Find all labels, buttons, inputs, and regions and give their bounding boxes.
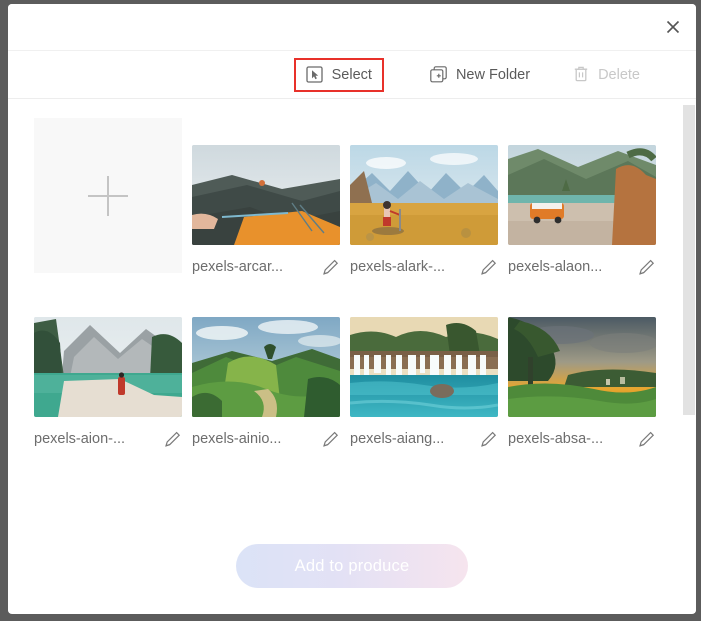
thumbnail-image[interactable] — [34, 317, 182, 417]
item-caption: pexels-alark-... — [350, 256, 498, 278]
pencil-icon[interactable] — [320, 429, 340, 449]
thumbnail-image[interactable] — [192, 145, 340, 245]
item-filename: pexels-arcar... — [192, 259, 284, 275]
gallery-body: pexels-arcar... pexels-alark-... pexels-… — [8, 99, 696, 519]
item-filename: pexels-ainio... — [192, 431, 282, 447]
trash-icon — [572, 66, 590, 84]
gallery-item: pexels-arcar... — [192, 118, 340, 278]
pencil-icon[interactable] — [636, 257, 656, 277]
item-caption: pexels-aiang... — [350, 428, 498, 450]
gallery-item: pexels-ainio... — [192, 290, 340, 450]
gallery-item: pexels-alark-... — [350, 118, 498, 278]
select-button[interactable]: Select — [293, 57, 384, 92]
close-icon — [666, 20, 680, 34]
folder-plus-icon — [430, 66, 448, 84]
item-caption: pexels-ainio... — [192, 428, 340, 450]
item-filename: pexels-aion-... — [34, 431, 126, 447]
thumbnail-image[interactable] — [192, 317, 340, 417]
media-picker-dialog: Select New Folder Delete pexels-arcar...… — [8, 4, 696, 614]
thumbnail-image[interactable] — [508, 145, 656, 245]
select-button-label: Select — [331, 66, 372, 83]
gallery-item: pexels-aion-... — [34, 290, 182, 450]
delete-button-label: Delete — [598, 66, 640, 83]
thumbnail-image[interactable] — [508, 317, 656, 417]
close-button[interactable] — [658, 12, 688, 42]
pencil-icon[interactable] — [636, 429, 656, 449]
pencil-icon[interactable] — [162, 429, 182, 449]
item-caption: pexels-alaon... — [508, 256, 656, 278]
vertical-scrollbar-thumb[interactable] — [683, 105, 695, 415]
plus-icon — [88, 175, 128, 216]
upload-tile[interactable] — [34, 118, 182, 273]
item-caption: pexels-arcar... — [192, 256, 340, 278]
item-caption: pexels-aion-... — [34, 428, 182, 450]
pencil-icon[interactable] — [320, 257, 340, 277]
dialog-footer: Add to produce — [8, 519, 696, 613]
new-folder-button[interactable]: New Folder — [418, 58, 542, 92]
cursor-select-icon — [306, 66, 324, 84]
uploader-cell — [34, 118, 182, 278]
gallery-grid: pexels-arcar... pexels-alark-... pexels-… — [8, 99, 696, 450]
thumbnail-image[interactable] — [350, 317, 498, 417]
new-folder-button-label: New Folder — [455, 66, 531, 83]
item-caption: pexels-absa-... — [508, 428, 656, 450]
gallery-item: pexels-alaon... — [508, 118, 656, 278]
thumbnail-image[interactable] — [350, 145, 498, 245]
vertical-scrollbar-track[interactable] — [682, 99, 696, 519]
gallery-item: pexels-aiang... — [350, 290, 498, 450]
delete-button[interactable]: Delete — [560, 58, 652, 92]
item-filename: pexels-alaon... — [508, 259, 603, 275]
dialog-titlebar — [8, 4, 696, 51]
pencil-icon[interactable] — [478, 257, 498, 277]
item-filename: pexels-absa-... — [508, 431, 604, 447]
pencil-icon[interactable] — [478, 429, 498, 449]
item-filename: pexels-alark-... — [350, 259, 446, 275]
item-filename: pexels-aiang... — [350, 431, 445, 447]
dialog-toolbar: Select New Folder Delete — [8, 51, 696, 99]
add-to-produce-button[interactable]: Add to produce — [236, 544, 468, 588]
gallery-item: pexels-absa-... — [508, 290, 656, 450]
